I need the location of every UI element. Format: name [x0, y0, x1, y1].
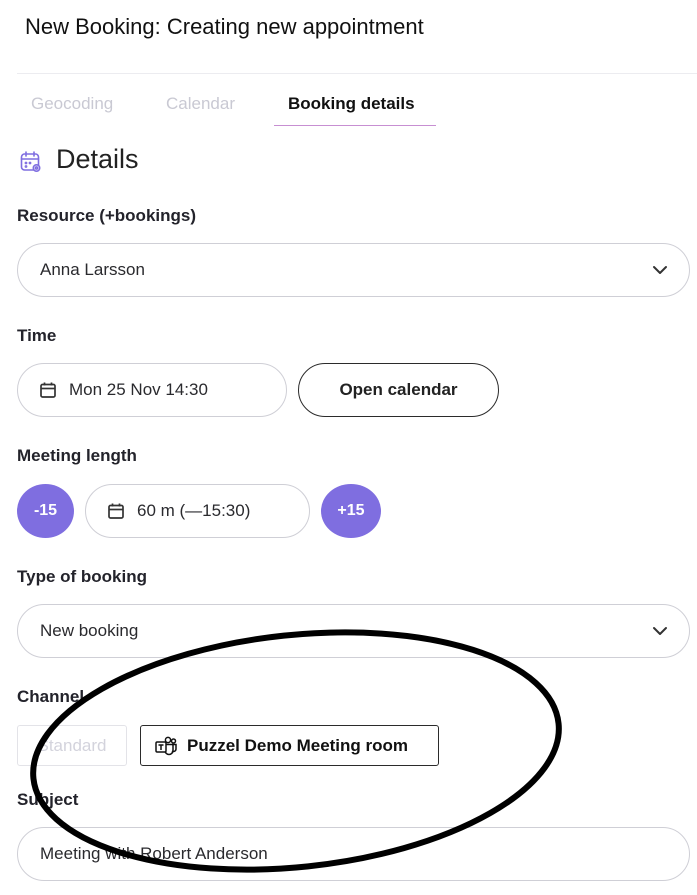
subject-value: Meeting with Robert Anderson: [40, 844, 268, 863]
meeting-length-field[interactable]: 60 m (—15:30): [85, 484, 310, 538]
header-title: New Booking: Creating new appointment: [25, 14, 424, 39]
section-title: Details: [56, 144, 139, 174]
subject-input[interactable]: Meeting with Robert Anderson: [17, 827, 690, 881]
header-divider: [17, 73, 697, 74]
active-tab-underline: [274, 125, 436, 126]
calendar-settings-icon: [20, 151, 41, 173]
tab-geocoding[interactable]: Geocoding: [31, 94, 113, 114]
chevron-down-icon: [653, 266, 667, 274]
calendar-icon: [40, 382, 56, 398]
tab-calendar[interactable]: Calendar: [166, 94, 235, 114]
meeting-length-value: 60 m (—15:30): [137, 501, 251, 520]
resource-select[interactable]: Anna Larsson: [17, 243, 690, 297]
channel-option-puzzel-demo-meeting-room[interactable]: Puzzel Demo Meeting room: [140, 725, 439, 766]
increase-length-button[interactable]: +15: [321, 484, 381, 538]
time-label: Time: [17, 326, 57, 345]
booking-type-value: New booking: [40, 621, 139, 640]
booking-type-label: Type of booking: [17, 567, 148, 586]
decrease-length-button[interactable]: -15: [17, 484, 74, 538]
resource-value: Anna Larsson: [40, 260, 145, 279]
channel-option-standard[interactable]: Standard: [17, 725, 127, 766]
resource-label: Resource (+bookings): [17, 206, 197, 225]
time-field[interactable]: Mon 25 Nov 14:30: [17, 363, 287, 417]
tab-booking-details[interactable]: Booking details: [288, 94, 415, 114]
subject-label: Subject: [17, 790, 79, 809]
channel-option-label: Puzzel Demo Meeting room: [187, 735, 409, 755]
channel-label: Channel: [17, 687, 85, 706]
teams-icon: [155, 736, 177, 755]
chevron-down-icon: [653, 627, 667, 635]
booking-type-select[interactable]: New booking: [17, 604, 690, 658]
time-value: Mon 25 Nov 14:30: [69, 380, 208, 399]
open-calendar-button[interactable]: Open calendar: [298, 363, 499, 417]
calendar-icon: [108, 503, 124, 519]
meeting-length-label: Meeting length: [17, 446, 137, 465]
